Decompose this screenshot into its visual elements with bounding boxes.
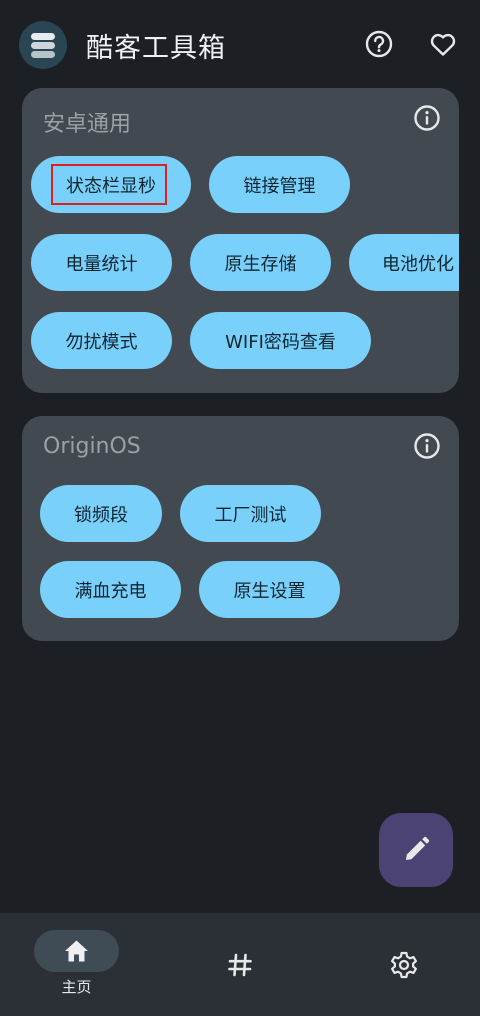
- nav-item-hash[interactable]: [225, 913, 255, 1016]
- chip-do-not-disturb[interactable]: 勿扰模式: [31, 312, 172, 369]
- pencil-icon: [406, 836, 430, 860]
- chip-lock-band[interactable]: 锁频段: [40, 485, 162, 542]
- card-android-general: 安卓通用 状态栏显秒 链接管理 电量统计 原生存储 电池优化 勿扰模式 WIFI…: [22, 88, 459, 393]
- card-title: OriginOS: [43, 434, 141, 459]
- chip-wifi-password[interactable]: WIFI密码查看: [190, 312, 371, 369]
- heart-icon[interactable]: [428, 29, 458, 59]
- app-title: 酷客工具箱: [86, 33, 226, 64]
- chip-native-storage[interactable]: 原生存储: [190, 234, 331, 291]
- chip-battery-optimization[interactable]: 电池优化: [349, 234, 459, 291]
- chip-battery-stats[interactable]: 电量统计: [31, 234, 172, 291]
- nav-active-indicator: [34, 930, 119, 972]
- chip-status-bar-seconds[interactable]: 状态栏显秒: [31, 156, 191, 213]
- info-icon[interactable]: [413, 104, 441, 132]
- chip-full-charge[interactable]: 满血充电: [40, 561, 181, 618]
- chip-factory-test[interactable]: 工厂测试: [180, 485, 321, 542]
- app-header: 酷客工具箱: [0, 0, 480, 88]
- card-title: 安卓通用: [43, 112, 132, 137]
- home-icon: [65, 940, 88, 962]
- app-screen: 酷客工具箱 安卓通用 状态栏显秒 链接管理 电量统计 原生存储 电池优化 勿扰模…: [0, 0, 480, 1016]
- bottom-nav: 主页: [0, 913, 480, 1016]
- hash-icon: [228, 953, 252, 977]
- nav-label-home: 主页: [61, 978, 92, 996]
- edit-fab-button[interactable]: [379, 813, 453, 887]
- nav-item-settings[interactable]: [389, 913, 419, 1016]
- app-logo: [19, 21, 67, 69]
- stack-logo-icon: [31, 33, 55, 58]
- settings-icon: [391, 951, 417, 979]
- card-originos: OriginOS 锁频段 工厂测试 满血充电 原生设置: [22, 416, 459, 641]
- info-icon[interactable]: [413, 432, 441, 460]
- help-icon[interactable]: [364, 29, 394, 59]
- chip-link-management[interactable]: 链接管理: [209, 156, 350, 213]
- chip-native-settings[interactable]: 原生设置: [199, 561, 340, 618]
- nav-item-home[interactable]: 主页: [34, 913, 119, 1016]
